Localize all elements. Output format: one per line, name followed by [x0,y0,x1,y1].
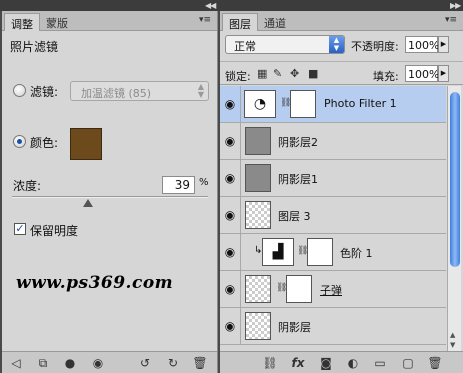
opacity-input[interactable]: 100% [405,36,439,53]
lock-row: 锁定: ▦ ✎ ✥ ■ 填充: 100% ▶ [220,61,463,85]
layers-tabs: 图层 通道 ▾≡ [220,11,463,31]
blend-mode-value: 正常 [234,40,256,53]
visibility-eye-icon[interactable]: ◉ [90,355,106,371]
clip-layer-icon[interactable]: ● [62,355,78,371]
lock-label: 锁定: [225,70,251,83]
adjustment-icon[interactable]: ◐ [345,355,361,371]
scroll-up-icon[interactable]: ▲ [450,331,455,339]
reset-icon[interactable]: ↻ [165,355,181,371]
layer-thumbnail [245,312,271,340]
layer-name: 阴影层1 [278,173,318,186]
preserve-luminosity-checkbox[interactable]: ✓ [14,223,26,235]
color-radio[interactable] [13,135,26,148]
density-slider-thumb[interactable] [83,199,94,207]
visibility-eye-icon[interactable]: ◉ [220,86,241,122]
filter-label: 滤镜: [30,85,59,99]
scroll-down-icon[interactable]: ▼ [450,341,455,349]
color-swatch[interactable] [70,128,102,160]
photo-filter-adjustment-icon: ◔ [244,90,276,118]
layer-mask-thumbnail[interactable] [286,275,312,303]
select-arrows-icon: ▲ ▼ [197,82,204,99]
lock-all-icon[interactable]: ■ [308,67,318,80]
layers-list: ◉ ◔ ⛓ Photo Filter 1 ◉ 阴影层2 ◉ 阴影层1 ◉ 图层 … [220,86,446,351]
trash-icon[interactable]: 🗑 [192,355,208,371]
layer-3[interactable]: ◉ 图层 3 [220,197,446,234]
layers-panel: 图层 通道 ▾≡ 正常 ▲ ▼ 不透明度: 100% ▶ 锁定: ▦ ✎ ✥ ■ … [220,11,463,373]
lock-pixels-icon[interactable]: ✎ [273,67,282,80]
density-label: 浓度: [13,179,42,193]
fill-input[interactable]: 100% [405,65,439,82]
watermark: www.ps369.com [16,273,174,293]
filter-select[interactable]: 加温滤镜 (85) ▲ ▼ [70,81,209,101]
visibility-eye-icon[interactable]: ◉ [220,234,241,270]
tab-channels[interactable]: 通道 [258,13,292,31]
levels-adjustment-icon: ▟ [262,238,294,266]
fill-label: 填充: [373,70,399,83]
tab-layers[interactable]: 图层 [222,13,258,31]
color-label: 颜色: [30,136,59,150]
opacity-label: 不透明度: [351,40,399,53]
link-icon[interactable]: ⛓ [262,355,278,371]
layer-thumbnail [245,127,271,155]
layer-shadow-1[interactable]: ◉ 阴影层1 [220,160,446,197]
layer-shadow-2[interactable]: ◉ 阴影层2 [220,123,446,160]
blend-mode-select[interactable]: 正常 ▲ ▼ [225,35,345,54]
adjustments-tabs: 调整 蒙版 ▾≡ [2,11,217,31]
new-layer-icon[interactable]: ▢ [400,355,416,371]
layer-name: 色阶 1 [340,247,373,260]
opacity-dropdown-icon[interactable]: ▶ [438,36,449,53]
layer-levels-1[interactable]: ◉ ↳ ▟ ⛓ 色阶 1 [220,234,446,271]
layer-mask-thumbnail[interactable] [307,238,333,266]
trash-icon[interactable]: 🗑 [427,355,443,371]
layers-bottom-bar: ⛓ fx ◙ ◐ ▭ ▢ 🗑 [220,351,463,373]
visibility-eye-icon[interactable]: ◉ [220,160,241,196]
smart-object-thumbnail [245,275,271,303]
layer-name: 子弹 [320,284,342,297]
layer-name: 图层 3 [278,210,311,223]
density-percent: % [199,177,209,188]
previous-state-icon[interactable]: ↺ [137,355,153,371]
back-arrow-icon[interactable]: ◁ [8,355,24,371]
adjustments-panel: 调整 蒙版 ▾≡ 照片滤镜 滤镜: 加温滤镜 (85) ▲ ▼ 颜色: 浓度: 3… [2,11,218,373]
expand-view-icon[interactable]: ⧉ [35,355,51,371]
select-arrows-icon: ▲ ▼ [329,36,344,53]
layer-bullet[interactable]: ◉ ⛓ 子弹 [220,271,446,308]
collapse-right-icon[interactable]: ▶▶ [450,1,461,10]
visibility-eye-icon[interactable]: ◉ [220,271,241,307]
density-input[interactable]: 39 [162,176,195,194]
layer-name: Photo Filter 1 [324,97,397,110]
fill-dropdown-icon[interactable]: ▶ [438,65,449,82]
panel-title: 照片滤镜 [10,40,59,54]
layer-thumbnail [245,201,271,229]
scrollbar-thumb[interactable] [450,92,460,267]
panel-menu-icon[interactable]: ▾≡ [199,15,211,25]
preserve-luminosity-label: 保留明度 [30,224,79,238]
layer-thumbnail [245,164,271,192]
layer-name: 阴影层 [278,321,311,334]
tab-adjustments[interactable]: 调整 [4,13,40,31]
layer-photo-filter-1[interactable]: ◉ ◔ ⛓ Photo Filter 1 [220,86,446,123]
filter-select-value: 加温滤镜 (85) [81,87,152,100]
visibility-eye-icon[interactable]: ◉ [220,197,241,233]
visibility-eye-icon[interactable]: ◉ [220,308,241,344]
layers-panel-menu-icon[interactable]: ▾≡ [445,15,457,25]
mask-icon[interactable]: ◙ [318,355,334,371]
density-slider[interactable] [12,196,208,198]
folder-icon[interactable]: ▭ [372,355,388,371]
visibility-eye-icon[interactable]: ◉ [220,123,241,159]
layer-shadow[interactable]: ◉ 阴影层 [220,308,446,345]
layer-name: 阴影层2 [278,136,318,149]
collapse-left-icon[interactable]: ◀◀ [205,1,216,10]
title-bar: ◀◀ ▶▶ [0,0,463,11]
lock-position-icon[interactable]: ✥ [290,67,299,80]
filter-radio[interactable] [13,84,26,97]
layer-mask-thumbnail[interactable] [290,90,316,118]
adjustments-bottom-bar: ◁ ⧉ ● ◉ ↺ ↻ 🗑 [2,351,217,373]
layers-scrollbar[interactable]: ▲ ▼ [447,86,461,351]
lock-transparency-icon[interactable]: ▦ [257,67,267,80]
fx-icon[interactable]: fx [290,355,306,371]
tab-masks[interactable]: 蒙版 [40,13,74,31]
